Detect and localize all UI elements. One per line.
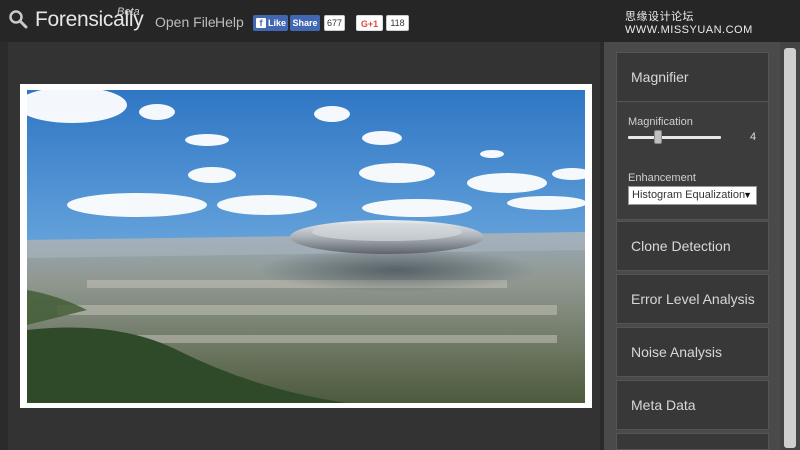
- facebook-share-button[interactable]: Share: [290, 15, 320, 31]
- facebook-count: 677: [324, 15, 345, 31]
- ufo-city-photo[interactable]: [27, 90, 585, 403]
- tool-error-level-analysis[interactable]: Error Level Analysis: [616, 274, 769, 324]
- scrollbar-thumb[interactable]: [784, 48, 796, 448]
- magnifier-title: Magnifier: [631, 69, 689, 85]
- facebook-icon: f: [256, 18, 266, 28]
- tool-label: Meta Data: [631, 397, 696, 413]
- google-plus-count: 118: [386, 15, 409, 31]
- magnifier-icon: [9, 10, 28, 29]
- tool-next-partial[interactable]: [616, 433, 769, 450]
- help-link[interactable]: Help: [215, 14, 244, 30]
- tool-meta-data[interactable]: Meta Data: [616, 380, 769, 430]
- tool-clone-detection[interactable]: Clone Detection: [616, 221, 769, 271]
- magnification-label: Magnification: [628, 116, 693, 128]
- open-file-link[interactable]: Open File: [155, 14, 216, 30]
- facebook-like-label: Like: [268, 18, 287, 28]
- tool-noise-analysis[interactable]: Noise Analysis: [616, 327, 769, 377]
- enhancement-select[interactable]: Histogram Equalization ▼: [628, 186, 757, 205]
- dropdown-arrow-icon: ▼: [743, 190, 752, 200]
- magnifier-panel-header[interactable]: Magnifier: [616, 52, 769, 102]
- tool-label: Clone Detection: [631, 238, 731, 254]
- magnification-value: 4: [750, 131, 757, 143]
- tool-label: Noise Analysis: [631, 344, 723, 360]
- google-plus-button[interactable]: G+1: [356, 15, 383, 31]
- facebook-like-button[interactable]: f Like: [253, 15, 288, 31]
- watermark-text: 思缘设计论坛 WWW.MISSYUAN.COM: [625, 11, 753, 36]
- beta-badge: Beta: [117, 6, 140, 18]
- scrollbar[interactable]: [780, 42, 800, 450]
- magnification-slider[interactable]: [628, 136, 721, 139]
- magnification-slider-thumb[interactable]: [653, 130, 662, 144]
- enhancement-label: Enhancement: [628, 172, 696, 184]
- tool-label: Error Level Analysis: [631, 291, 755, 307]
- enhancement-selected: Histogram Equalization: [632, 189, 746, 201]
